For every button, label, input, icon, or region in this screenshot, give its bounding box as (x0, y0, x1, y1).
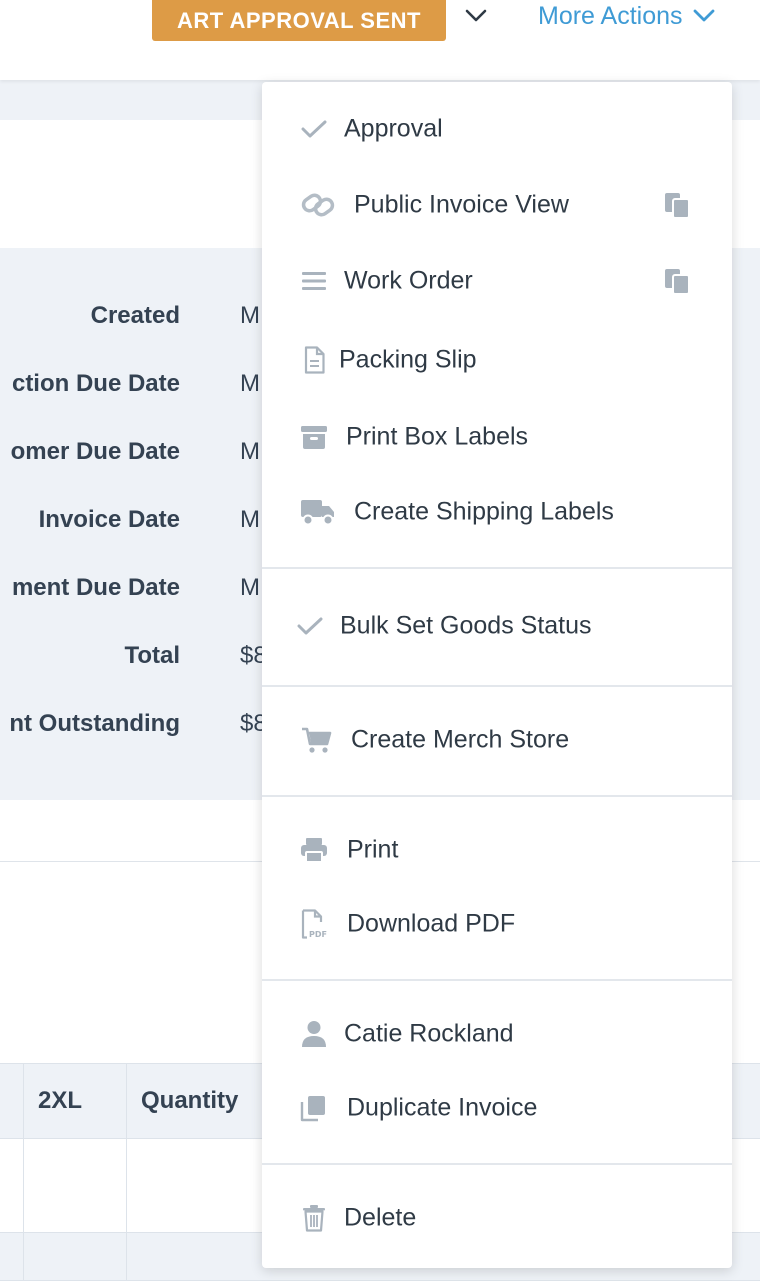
menu-item-work-order[interactable]: Work Order (262, 251, 732, 311)
column-header-2xl[interactable]: 2XL (38, 1064, 82, 1138)
document-icon (300, 346, 328, 374)
menu-item-create-shipping-labels[interactable]: Create Shipping Labels (262, 482, 732, 542)
summary-value: M (240, 302, 260, 329)
truck-icon (300, 498, 336, 526)
link-icon (300, 191, 336, 219)
summary-label: Invoice Date (38, 506, 180, 533)
menu-item-label: Print Box Labels (346, 422, 529, 451)
menu-separator (262, 567, 732, 569)
menu-item-label: Catie Rockland (344, 1019, 514, 1048)
menu-item-label: Download PDF (347, 909, 516, 938)
menu-item-label: Create Shipping Labels (354, 497, 614, 526)
printer-icon (300, 836, 328, 864)
status-dropdown-toggle[interactable] (462, 4, 490, 28)
summary-value: M (240, 370, 260, 397)
more-actions-menu: Approval Public Invoice View Work Order (262, 82, 732, 1268)
summary-label: nt Outstanding (9, 710, 180, 737)
summary-label: Total (124, 642, 180, 669)
menu-item-label: Bulk Set Goods Status (340, 611, 592, 640)
chevron-down-icon (693, 9, 714, 22)
invoice-header: ART APPROVAL SENT More Actions (0, 0, 760, 80)
cart-icon (300, 726, 334, 754)
summary-label: omer Due Date (10, 438, 180, 465)
summary-value: M (240, 438, 260, 465)
check-icon (300, 115, 328, 143)
more-actions-button[interactable]: More Actions (538, 0, 715, 32)
menu-separator (262, 685, 732, 687)
menu-item-packing-slip[interactable]: Packing Slip (262, 330, 732, 390)
menu-separator (262, 1163, 732, 1165)
menu-item-download-pdf[interactable]: PDF Download PDF (262, 894, 732, 954)
summary-value: M (240, 506, 260, 533)
menu-item-label: Delete (344, 1203, 417, 1232)
menu-item-approval[interactable]: Approval (262, 99, 732, 159)
archive-box-icon (300, 423, 328, 451)
menu-item-label: Create Merch Store (351, 725, 570, 754)
pdf-file-icon: PDF (300, 909, 328, 939)
menu-separator (262, 979, 732, 981)
duplicate-icon (300, 1094, 328, 1122)
column-header-quantity[interactable]: Quantity (141, 1064, 238, 1138)
status-badge[interactable]: ART APPROVAL SENT (152, 0, 446, 41)
summary-label: ction Due Date (11, 370, 180, 397)
summary-label: Created (90, 302, 180, 329)
clipboard-copy-icon[interactable] (662, 189, 694, 221)
clipboard-copy-icon[interactable] (662, 265, 694, 297)
menu-separator (262, 795, 732, 797)
menu-item-label: Work Order (344, 266, 473, 295)
more-actions-label: More Actions (538, 1, 683, 30)
menu-item-delete[interactable]: Delete (262, 1188, 732, 1248)
menu-item-label: Duplicate Invoice (347, 1093, 538, 1122)
check-icon (296, 612, 324, 640)
menu-item-bulk-set-goods-status[interactable]: Bulk Set Goods Status (262, 596, 732, 656)
menu-item-print[interactable]: Print (262, 820, 732, 880)
svg-text:PDF: PDF (309, 930, 327, 939)
chevron-down-icon (465, 9, 487, 22)
user-icon (300, 1020, 328, 1048)
menu-item-label: Public Invoice View (354, 190, 569, 219)
menu-item-label: Print (347, 835, 399, 864)
menu-item-label: Approval (344, 114, 443, 143)
menu-item-print-box-labels[interactable]: Print Box Labels (262, 407, 732, 467)
trash-icon (300, 1204, 328, 1232)
menu-item-customer[interactable]: Catie Rockland (262, 1004, 732, 1064)
table-column-divider (126, 1063, 127, 1280)
summary-label: ment Due Date (11, 574, 180, 601)
menu-item-duplicate-invoice[interactable]: Duplicate Invoice (262, 1078, 732, 1138)
menu-item-public-invoice-view[interactable]: Public Invoice View (262, 175, 732, 235)
table-column-divider (23, 1063, 24, 1280)
summary-value: M (240, 574, 260, 601)
list-icon (300, 267, 328, 295)
menu-item-create-merch-store[interactable]: Create Merch Store (262, 710, 732, 770)
menu-item-label: Packing Slip (339, 345, 477, 374)
